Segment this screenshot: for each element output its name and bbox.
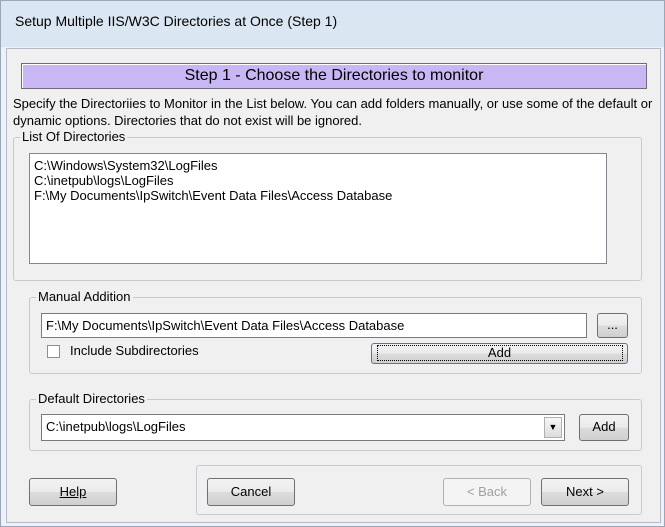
include-subdirectories-label[interactable]: Include Subdirectories <box>70 343 199 358</box>
dialog-client-area: Step 1 - Choose the Directories to monit… <box>6 48 661 523</box>
back-button[interactable]: < Back <box>443 478 531 506</box>
dialog-window: Setup Multiple IIS/W3C Directories at On… <box>0 0 665 527</box>
directories-listbox[interactable]: C:\Windows\System32\LogFiles C:\inetpub\… <box>29 153 607 264</box>
manual-add-label: Add <box>376 345 623 361</box>
help-label: Help <box>59 484 87 499</box>
list-item[interactable]: C:\inetpub\logs\LogFiles <box>34 173 602 188</box>
include-subdirectories-checkbox[interactable] <box>47 345 60 358</box>
default-directories-legend: Default Directories <box>36 391 147 406</box>
list-item[interactable]: C:\Windows\System32\LogFiles <box>34 158 602 173</box>
cancel-button[interactable]: Cancel <box>207 478 295 506</box>
list-item[interactable]: F:\My Documents\IpSwitch\Event Data File… <box>34 188 602 203</box>
manual-path-input[interactable]: F:\My Documents\IpSwitch\Event Data File… <box>41 313 587 338</box>
step-banner: Step 1 - Choose the Directories to monit… <box>21 63 647 89</box>
manual-add-button[interactable]: Add <box>371 343 628 364</box>
default-directories-dropdown[interactable]: C:\inetpub\logs\LogFiles ▼ <box>41 414 565 441</box>
window-title: Setup Multiple IIS/W3C Directories at On… <box>15 13 338 29</box>
title-bar[interactable]: Setup Multiple IIS/W3C Directories at On… <box>1 1 664 47</box>
chevron-down-icon[interactable]: ▼ <box>544 417 562 438</box>
browse-button[interactable]: ... <box>597 313 628 338</box>
default-directories-selected: C:\inetpub\logs\LogFiles <box>46 419 186 434</box>
default-add-button[interactable]: Add <box>579 414 629 441</box>
next-button[interactable]: Next > <box>541 478 629 506</box>
list-of-directories-legend: List Of Directories <box>20 129 128 144</box>
instructions-text: Specify the Directoriies to Monitor in t… <box>13 96 653 128</box>
manual-addition-legend: Manual Addition <box>36 289 133 304</box>
help-button[interactable]: Help <box>29 478 117 506</box>
